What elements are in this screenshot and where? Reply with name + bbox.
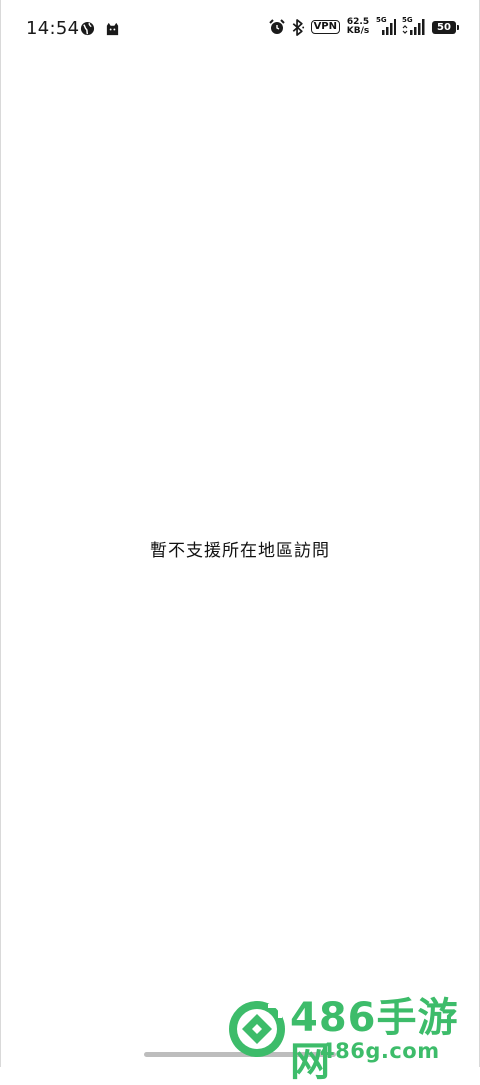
network-speed-unit: KB/s xyxy=(346,26,370,36)
vpn-badge: VPN xyxy=(310,20,340,34)
sim1-network-type: 5G xyxy=(376,16,387,24)
sim2-signal: 5G xyxy=(402,16,426,36)
screen-frame xyxy=(0,0,480,1067)
cat-notification-icon xyxy=(105,21,120,36)
bluetooth-icon xyxy=(291,18,305,36)
sim1-signal: 5G xyxy=(376,16,396,36)
system-icons: VPN 62.5 KB/s 5G 5G 50 xyxy=(268,16,459,36)
globe-icon xyxy=(80,21,95,36)
battery-icon: 50 xyxy=(432,20,459,34)
status-time: 14:54 xyxy=(26,18,80,39)
watermark-logo-icon xyxy=(226,998,288,1060)
sim2-network-type: 5G xyxy=(402,16,413,24)
notification-icons xyxy=(80,21,120,36)
watermark-url: 486g.com xyxy=(320,1039,440,1063)
status-bar: 14:54 VPN 62.5 KB/s 5G 5G 50 xyxy=(0,0,480,60)
alarm-icon xyxy=(268,19,285,35)
region-unavailable-message: 暫不支援所在地區訪問 xyxy=(150,541,330,561)
network-speed: 62.5 KB/s xyxy=(346,18,370,36)
watermark: 486手游网 486g.com xyxy=(220,994,470,1084)
